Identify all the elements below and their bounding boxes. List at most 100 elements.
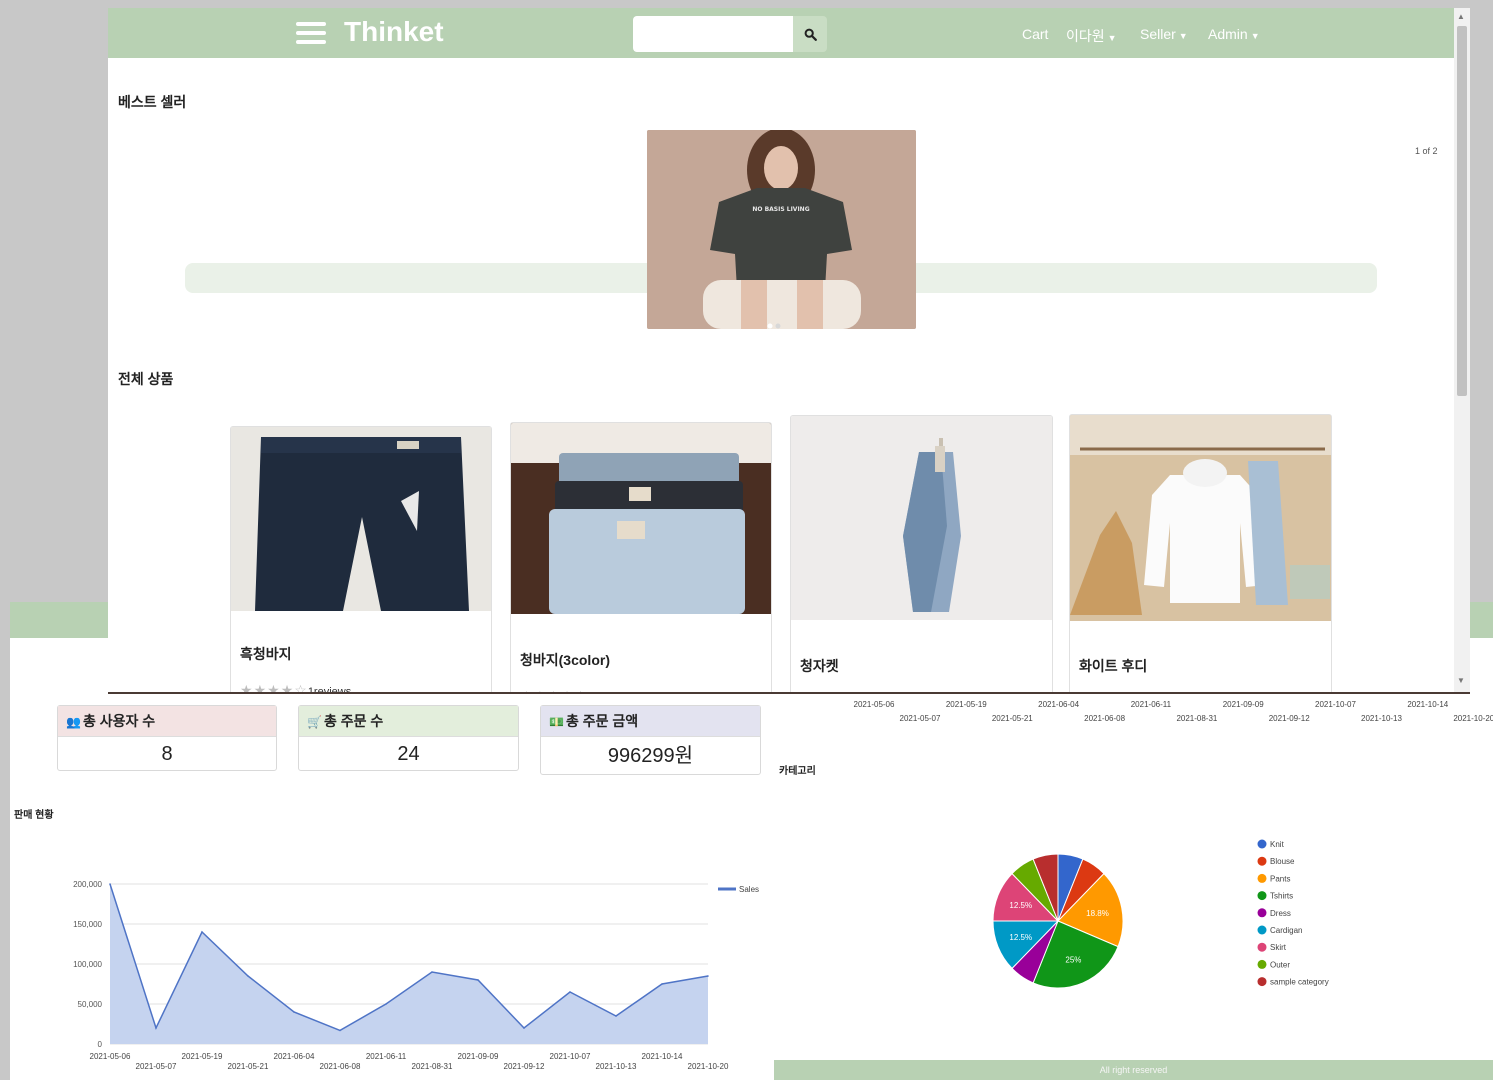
stat-card-revenue-value: 996299원	[607, 745, 694, 767]
x-tick-label: 2021-10-14	[642, 1052, 683, 1061]
legend-swatch	[1257, 942, 1267, 952]
axis-tick-label: 2021-06-11	[1131, 700, 1172, 709]
axis-tick-label: 2021-05-06	[854, 700, 895, 709]
legend-label: Dress	[1270, 909, 1291, 918]
nav-seller-dropdown[interactable]: Seller ▼	[1140, 26, 1188, 42]
users-icon: 👥	[66, 715, 81, 729]
caret-down-icon: ▼	[1107, 33, 1117, 43]
product-card[interactable]: 흑청바지 ★★★★☆1reviews	[230, 426, 492, 693]
product-name[interactable]: 청바지(3color)	[520, 650, 610, 670]
all-products-title: 전체 상품	[118, 371, 174, 387]
x-tick-label: 2021-05-21	[228, 1062, 269, 1071]
y-tick-label: 100,000	[73, 960, 102, 969]
nav-cart-link[interactable]: Cart	[1022, 26, 1048, 42]
category-pie-chart: 18.8% 25% 12.5% 12.5% Knit Blouse Pants Tshirts…	[992, 839, 1329, 989]
search-input[interactable]	[633, 16, 793, 52]
sales-point	[109, 883, 111, 885]
product-image[interactable]	[511, 423, 771, 614]
stat-card-orders-label: 총 주문 수	[323, 713, 384, 729]
axis-tick-label: 2021-06-08	[1084, 714, 1125, 723]
scroll-down-icon[interactable]: ▼	[1457, 676, 1465, 685]
pie-slice-label: 12.5%	[1009, 933, 1032, 942]
legend-swatch	[1257, 925, 1267, 935]
axis-tick-label: 2021-10-20	[1453, 714, 1493, 723]
best-seller-title: 베스트 셀러	[118, 94, 187, 110]
product-card[interactable]: 화이트 후디	[1069, 414, 1332, 693]
x-tick-label: 2021-09-09	[458, 1052, 499, 1061]
search-button[interactable]	[793, 16, 827, 52]
legend-label: sample category	[1270, 978, 1329, 987]
legend-swatch	[1257, 873, 1267, 883]
product-name[interactable]: 흑청바지	[240, 644, 292, 664]
sales-point	[385, 1003, 387, 1005]
axis-tick-label: 2021-05-19	[946, 700, 987, 709]
legend-label-sales: Sales	[739, 885, 759, 894]
product-image[interactable]	[231, 427, 491, 611]
legend-swatch	[1257, 856, 1267, 866]
carousel-slide-text: NO BASIS LIVING	[752, 206, 809, 213]
sales-section-title: 판매 현황	[14, 810, 54, 821]
carousel-slide-image[interactable]: NO BASIS LIVING	[647, 130, 916, 329]
product-image[interactable]	[1070, 415, 1331, 621]
legend-label: Outer	[1270, 960, 1290, 969]
axis-tick-label: 2021-09-12	[1269, 714, 1310, 723]
money-icon: 💵	[549, 715, 564, 729]
brand-logo[interactable]: Thinket	[344, 16, 444, 48]
x-tick-label: 2021-05-07	[136, 1062, 177, 1071]
stat-card-revenue-header: 💵 총 주문 금액	[541, 706, 760, 737]
axis-tick-label: 2021-10-14	[1407, 700, 1448, 709]
y-tick-label: 200,000	[73, 880, 102, 889]
legend-swatch	[1257, 908, 1267, 918]
carousel-dot[interactable]	[775, 323, 781, 329]
stat-card-users-value: 8	[161, 743, 173, 765]
product-card[interactable]: 청자켓	[790, 415, 1053, 693]
nav-user-dropdown[interactable]: 이다원 ▼	[1066, 26, 1117, 46]
x-tick-label: 2021-10-20	[688, 1062, 729, 1071]
y-tick-label: 50,000	[78, 1000, 103, 1009]
window-bottom-border	[108, 692, 1470, 694]
x-tick-label: 2021-05-06	[90, 1052, 131, 1061]
legend-swatch	[1257, 977, 1267, 987]
top-date-axis: 2021-05-06 2021-05-19 2021-06-04 2021-06-11…	[854, 700, 1493, 723]
search-icon	[804, 28, 817, 41]
nav-seller-label: Seller	[1140, 26, 1176, 42]
stat-card-users-header: 👥 총 사용자 수	[58, 706, 276, 737]
legend-label: Blouse	[1270, 857, 1295, 866]
carousel-dot-active[interactable]	[767, 323, 773, 329]
scrollbar-thumb[interactable]	[1457, 26, 1467, 396]
legend-label: Skirt	[1270, 943, 1287, 952]
stacked-jeans-illustration	[511, 423, 771, 614]
legend-label: Pants	[1270, 874, 1290, 883]
y-tick-label: 0	[98, 1040, 103, 1049]
x-tick-label: 2021-06-04	[274, 1052, 315, 1061]
page-scrollbar[interactable]: ▲ ▼	[1454, 8, 1470, 693]
product-name[interactable]: 청자켓	[800, 656, 839, 676]
stat-card-users-label: 총 사용자 수	[82, 713, 156, 729]
legend-swatch	[1257, 839, 1267, 849]
sales-point	[615, 1015, 617, 1017]
x-tick-label: 2021-05-19	[182, 1052, 223, 1061]
legend-label: Knit	[1270, 840, 1285, 849]
white-hoodie-illustration	[1070, 415, 1331, 621]
footer: All right reserved	[774, 1060, 1493, 1080]
scroll-up-icon[interactable]: ▲	[1457, 12, 1465, 21]
sales-point	[477, 979, 479, 981]
sales-point	[339, 1029, 341, 1032]
nav-user-label: 이다원	[1066, 28, 1105, 44]
menu-icon[interactable]	[296, 19, 326, 47]
axis-tick-label: 2021-09-09	[1223, 700, 1264, 709]
legend-swatch	[1257, 959, 1267, 969]
legend-label: Cardigan	[1270, 926, 1302, 935]
navbar: Thinket Cart 이다원 ▼ Seller ▼ Admin ▼	[108, 8, 1454, 58]
nav-admin-dropdown[interactable]: Admin ▼	[1208, 26, 1260, 42]
sales-point	[569, 991, 571, 993]
product-name[interactable]: 화이트 후디	[1079, 656, 1147, 676]
axis-tick-label: 2021-08-31	[1176, 714, 1217, 723]
x-tick-label: 2021-10-13	[596, 1062, 637, 1071]
product-image[interactable]	[791, 416, 1052, 620]
caret-down-icon: ▼	[1250, 31, 1260, 41]
axis-tick-label: 2021-05-07	[900, 714, 941, 723]
product-card[interactable]: 청바지(3color) ★★★★★0reviews	[510, 422, 772, 693]
pie-slice-label: 18.8%	[1086, 909, 1109, 918]
tshirt-model-illustration: NO BASIS LIVING	[647, 130, 916, 329]
